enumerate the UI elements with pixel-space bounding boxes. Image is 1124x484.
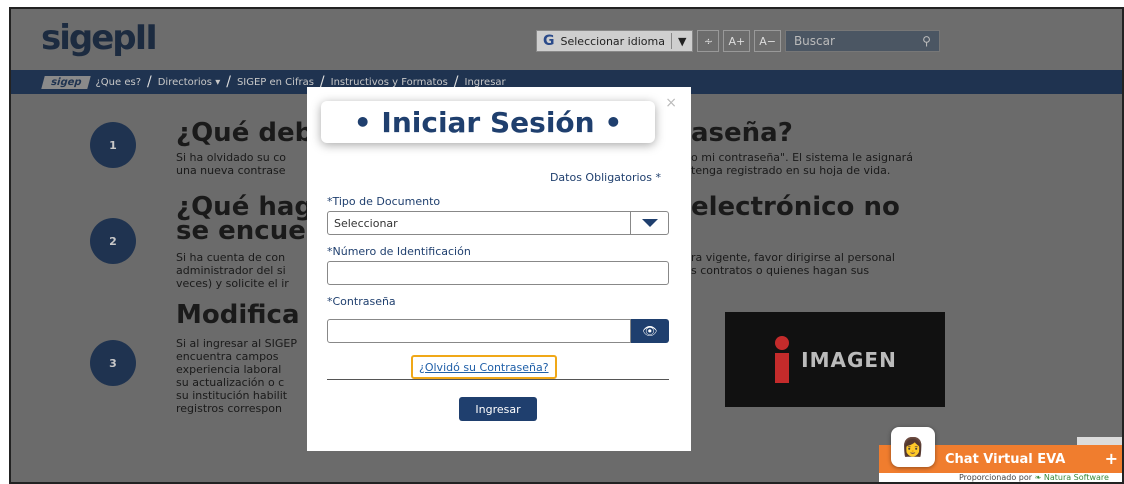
faq-text-1b-right: tenga registrado en su hoja de vida. bbox=[691, 164, 891, 177]
search-placeholder: Buscar bbox=[793, 34, 835, 48]
sigep-logo[interactable]: sigepII bbox=[41, 18, 158, 58]
doc-type-select[interactable]: Seleccionar bbox=[327, 211, 669, 235]
google-icon: G bbox=[543, 33, 555, 49]
close-icon[interactable]: × bbox=[665, 95, 677, 111]
chevron-down-icon: ▼ bbox=[677, 34, 687, 48]
chevron-down-icon bbox=[630, 212, 668, 234]
nav-item-directorios[interactable]: Directorios ▾ bbox=[158, 77, 220, 88]
faq-text-2b-right: s contratos o quienes hagan sus bbox=[691, 264, 870, 277]
faq-text-1b: una nueva contrase bbox=[176, 164, 286, 177]
chat-footer-prefix: Proporcionado por bbox=[959, 473, 1033, 482]
search-input[interactable]: Buscar ⚲ bbox=[784, 30, 940, 52]
info-icon bbox=[773, 335, 791, 384]
password-input[interactable] bbox=[327, 319, 631, 343]
nav-logo[interactable]: sigep bbox=[41, 75, 92, 89]
divider bbox=[670, 33, 672, 49]
faq-text-3a: Si al ingresar al SIGEP bbox=[176, 337, 298, 350]
search-icon[interactable]: ⚲ bbox=[922, 34, 931, 48]
step-badge-2: 2 bbox=[90, 218, 136, 264]
font-increase-button[interactable]: A+ bbox=[723, 30, 751, 52]
divider bbox=[327, 379, 669, 380]
chat-title: Chat Virtual EVA bbox=[945, 451, 1066, 467]
chat-footer-brand[interactable]: Natura Software bbox=[1044, 473, 1109, 482]
image-label: IMAGEN bbox=[801, 347, 897, 372]
step-badge-3: 3 bbox=[90, 340, 136, 386]
rss-button[interactable]: ∻ bbox=[697, 30, 720, 52]
language-selector[interactable]: G Seleccionar idioma ▼ bbox=[536, 30, 694, 52]
leaf-icon: ❧ bbox=[1034, 473, 1042, 482]
id-number-input[interactable] bbox=[327, 261, 669, 285]
faq-text-1a: Si ha olvidado su co bbox=[176, 151, 287, 164]
chat-avatar[interactable]: 👩 bbox=[891, 427, 935, 467]
faq-text-2c: veces) y solicite el ir bbox=[176, 277, 289, 290]
required-note: Datos Obligatorios * bbox=[549, 171, 661, 184]
faq-heading-2-right: electrónico no bbox=[691, 192, 900, 222]
eye-icon: 👁 bbox=[642, 324, 658, 338]
browser-viewport: sigepII G Seleccionar idioma ▼ ∻ A+ A− B… bbox=[9, 7, 1124, 484]
faq-text-3b: encuentra campos bbox=[176, 350, 279, 363]
chat-footer: Proporcionado por ❧ Natura Software bbox=[879, 473, 1122, 482]
nav-separator: / bbox=[147, 74, 152, 90]
faq-text-3c: experiencia laboral bbox=[176, 363, 282, 376]
forgot-password-link[interactable]: ¿Olvidó su Contraseña? bbox=[411, 355, 557, 379]
nav-item-instructivos[interactable]: Instructivos y Formatos bbox=[331, 77, 448, 88]
faq-text-1a-right: o mi contraseña". El sistema le asignará bbox=[691, 151, 913, 164]
nav-item-que-es[interactable]: ¿Que es? bbox=[95, 77, 141, 88]
font-decrease-button[interactable]: A− bbox=[754, 30, 781, 52]
modal-title: • Iniciar Sesión • bbox=[321, 101, 655, 143]
login-button[interactable]: Ingresar bbox=[459, 397, 537, 421]
site-header: sigepII G Seleccionar idioma ▼ ∻ A+ A− B… bbox=[11, 9, 1122, 70]
password-row: 👁 bbox=[327, 319, 669, 343]
image-placeholder: IMAGEN bbox=[725, 312, 945, 407]
header-tools: G Seleccionar idioma ▼ ∻ A+ A− Buscar ⚲ bbox=[536, 30, 940, 52]
faq-text-2b: administrador del si bbox=[176, 264, 286, 277]
faq-text-2a: Si ha cuenta de con bbox=[176, 251, 286, 264]
faq-text-3e: su institución habilit bbox=[176, 389, 288, 402]
password-label: *Contraseña bbox=[327, 295, 396, 308]
language-label: Seleccionar idioma bbox=[560, 34, 665, 48]
faq-heading-1: ¿Qué deb bbox=[176, 118, 314, 148]
faq-heading-1-right: aseña? bbox=[691, 118, 793, 148]
rss-icon: ∻ bbox=[703, 34, 714, 48]
faq-heading-2b: se encue bbox=[176, 216, 306, 246]
faq-text-3f: registros correspon bbox=[176, 402, 282, 415]
nav-separator: / bbox=[226, 74, 231, 90]
expand-icon[interactable]: + bbox=[1105, 449, 1118, 468]
faq-text-3d: su actualización o c bbox=[176, 376, 285, 389]
nav-item-cifras[interactable]: SIGEP en Cifras bbox=[237, 77, 314, 88]
doc-type-label: *Tipo de Documento bbox=[327, 195, 441, 208]
login-modal: × • Iniciar Sesión • Datos Obligatorios … bbox=[307, 87, 691, 451]
doc-type-value: Seleccionar bbox=[334, 216, 398, 230]
faq-heading-3: Modifica bbox=[176, 300, 300, 330]
step-badge-1: 1 bbox=[90, 122, 136, 168]
nav-item-ingresar[interactable]: Ingresar bbox=[465, 77, 506, 88]
assistant-avatar-icon: 👩 bbox=[901, 436, 925, 458]
show-password-button[interactable]: 👁 bbox=[631, 319, 669, 343]
faq-text-2a-right: ra vigente, favor dirigirse al personal bbox=[691, 251, 895, 264]
id-number-label: *Número de Identificación bbox=[327, 245, 471, 258]
